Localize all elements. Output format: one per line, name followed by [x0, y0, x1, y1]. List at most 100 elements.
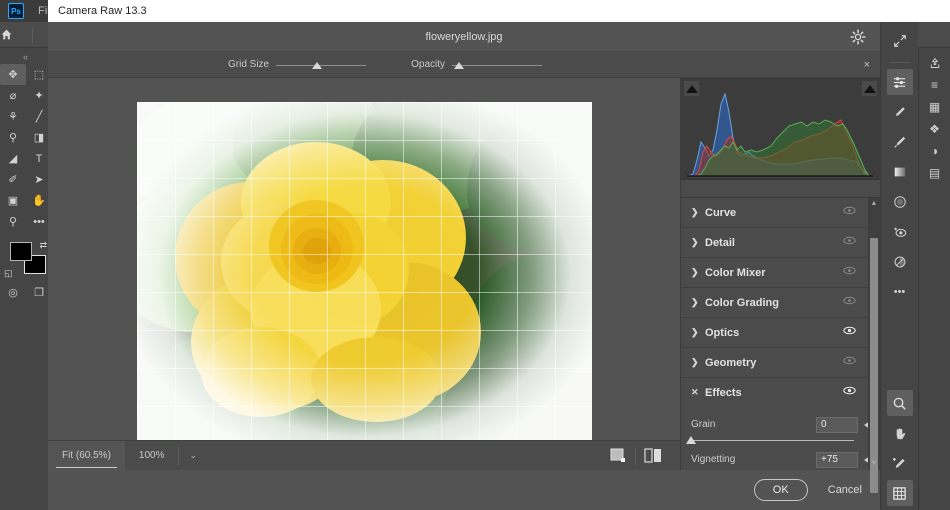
zoom-tab-100[interactable]: 100%: [125, 441, 179, 471]
graduated-filter-icon[interactable]: [887, 159, 913, 185]
grain-top-row: Grain 0: [691, 416, 870, 433]
section-label: Color Mixer: [705, 266, 766, 279]
section-header-detail[interactable]: ❯ Detail: [681, 228, 880, 257]
section-header-color-mixer[interactable]: ❯ Color Mixer: [681, 258, 880, 287]
pen-tool[interactable]: ✐: [0, 169, 26, 190]
healing-brush-icon[interactable]: [887, 99, 913, 125]
effects-body: Grain 0 Vignetting +75: [681, 407, 880, 470]
collapse-panel-icon[interactable]: «: [0, 52, 51, 64]
vignetting-label: Vignetting: [691, 454, 736, 465]
foreground-color-swatch[interactable]: [10, 242, 32, 261]
opacity-slider[interactable]: [452, 59, 543, 71]
section-label: Effects: [705, 386, 742, 399]
eye-icon[interactable]: [843, 356, 856, 365]
single-view-icon[interactable]: [601, 441, 635, 471]
section-curve: ❯ Curve: [681, 198, 880, 228]
eye-icon[interactable]: [843, 236, 856, 245]
edit-sections-list[interactable]: ❯ Curve ❯ Detail ❯ Color Mixer ❯ Color G…: [681, 198, 880, 470]
gear-icon[interactable]: [850, 29, 866, 45]
rail-separator: [888, 62, 911, 63]
eyedropper-tool[interactable]: ⚘: [0, 106, 26, 127]
mode-buttons: ◎ ❐: [0, 282, 51, 303]
camera-raw-header: floweryellow.jpg: [48, 22, 880, 52]
grid-overlay-toolbar: Grid Size Opacity ×: [48, 52, 880, 78]
section-detail: ❯ Detail: [681, 228, 880, 258]
window-title: Camera Raw 13.3: [58, 5, 147, 17]
image-preview-area[interactable]: Fit (60.5%) 100% ⌄: [48, 78, 680, 471]
edit-panel-icon[interactable]: [886, 69, 913, 95]
zoom-tool-icon[interactable]: [886, 390, 913, 416]
paint-bucket-tool[interactable]: ◢: [0, 148, 26, 169]
chevron-down-icon: ✕: [691, 387, 699, 397]
ok-button[interactable]: OK: [753, 479, 808, 501]
hand-tool-icon[interactable]: [887, 420, 913, 446]
layers-icon[interactable]: ◑: [923, 140, 947, 162]
section-header-curve[interactable]: ❯ Curve: [681, 198, 880, 227]
fullscreen-toggle-icon[interactable]: [887, 28, 913, 54]
section-label: Color Grading: [705, 296, 779, 309]
clone-stamp-tool[interactable]: ⚲: [0, 127, 26, 148]
section-label: Geometry: [705, 356, 757, 369]
eye-icon[interactable]: [843, 326, 856, 335]
vignetting-value-field[interactable]: +75: [816, 451, 858, 468]
eye-icon[interactable]: [843, 386, 856, 395]
home-icon[interactable]: [0, 28, 26, 41]
masking-icon[interactable]: [887, 249, 913, 275]
share-icon[interactable]: [923, 52, 947, 74]
histogram-graph: [687, 92, 873, 177]
cancel-button[interactable]: Cancel: [828, 484, 862, 496]
default-colors-icon[interactable]: ◱: [4, 268, 13, 279]
lasso-tool[interactable]: ⌀: [0, 85, 26, 106]
more-options-icon[interactable]: •••: [887, 279, 913, 305]
close-icon[interactable]: ×: [864, 59, 870, 71]
section-header-optics[interactable]: ❯ Optics: [681, 318, 880, 347]
photoshop-right-dock: ≡ ▦ ❖ ◑ ▤: [918, 48, 950, 510]
before-after-view-icon[interactable]: [636, 441, 670, 471]
swap-colors-icon[interactable]: ⇄: [39, 240, 47, 251]
red-eye-icon[interactable]: [887, 219, 913, 245]
histogram-divider: [681, 180, 880, 198]
grid-size-label: Grid Size: [228, 59, 270, 70]
grid-overlay-tool-icon[interactable]: [886, 480, 913, 506]
histogram[interactable]: [681, 78, 880, 180]
grain-slider-thumb[interactable]: [686, 436, 696, 444]
grain-label: Grain: [691, 419, 716, 430]
history-icon[interactable]: ▤: [923, 162, 947, 184]
section-header-color-grading[interactable]: ❯ Color Grading: [681, 288, 880, 317]
radial-filter-icon[interactable]: [887, 189, 913, 215]
vignetting-value-group: +75: [816, 451, 870, 468]
grid-size-thumb[interactable]: [311, 61, 322, 69]
grid-size-slider[interactable]: [276, 59, 367, 71]
scroll-up-icon[interactable]: ▲: [868, 198, 880, 210]
white-balance-tool-icon[interactable]: [887, 450, 913, 476]
section-header-geometry[interactable]: ❯ Geometry: [681, 348, 880, 377]
photoshop-logo: Ps: [8, 3, 24, 19]
chevron-right-icon: ❯: [691, 327, 699, 337]
scrollbar-thumb[interactable]: [870, 238, 878, 493]
zoom-tool[interactable]: ⚲: [0, 211, 26, 232]
section-color-grading: ❯ Color Grading: [681, 288, 880, 318]
vignetting-top-row: Vignetting +75: [691, 451, 870, 468]
camera-raw-footer: OK Cancel: [48, 470, 880, 510]
chevron-right-icon: ❯: [691, 237, 699, 247]
color-swatches: ⇄ ◱: [0, 238, 51, 282]
adjustments-icon[interactable]: ❖: [923, 118, 947, 140]
eye-icon[interactable]: [843, 296, 856, 305]
properties-icon[interactable]: ≡: [923, 74, 947, 96]
eye-icon[interactable]: [843, 266, 856, 275]
zoom-dropdown-icon[interactable]: ⌄: [179, 450, 207, 461]
scroll-down-icon[interactable]: ▼: [868, 458, 880, 470]
color-panel-icon[interactable]: ▦: [923, 96, 947, 118]
adjustment-brush-icon[interactable]: [887, 129, 913, 155]
gradient-tool[interactable]: ▣: [0, 190, 26, 211]
zoom-tab-fit[interactable]: Fit (60.5%): [48, 440, 125, 471]
quick-mask-icon[interactable]: ◎: [0, 282, 26, 303]
opacity-thumb[interactable]: [454, 61, 465, 69]
grain-value-field[interactable]: 0: [816, 416, 858, 433]
eye-icon[interactable]: [843, 206, 856, 215]
move-tool[interactable]: ✥: [0, 64, 26, 85]
preview-image-wrapper: [136, 101, 592, 447]
section-header-effects[interactable]: ✕ Effects: [681, 378, 880, 407]
grain-slider-track[interactable]: [686, 435, 870, 445]
panel-scrollbar[interactable]: ▲ ▼: [868, 198, 880, 493]
